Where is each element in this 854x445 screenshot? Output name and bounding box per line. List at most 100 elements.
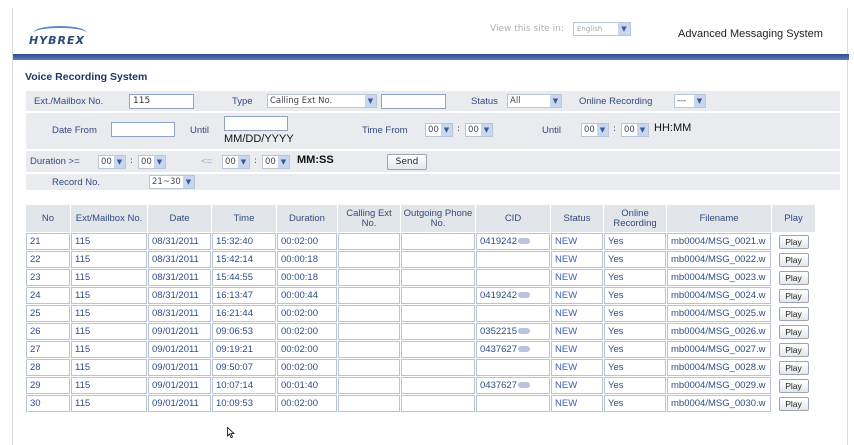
- date-from-input[interactable]: [111, 122, 175, 137]
- send-button[interactable]: Send: [387, 154, 427, 170]
- cell-date-text: 08/31/2011: [152, 272, 199, 283]
- cell-date: 08/31/2011: [148, 287, 211, 304]
- type-select[interactable]: Calling Ext No. ▼: [267, 94, 377, 108]
- duration-le-minute-select[interactable]: 00 ▼: [222, 155, 250, 169]
- cell-ext-text: 115: [75, 326, 91, 337]
- table-row[interactable]: 29 115 09/01/2011 10:07:14 00:01:40 0437627 NE…: [26, 377, 815, 394]
- cell-date-text: 09/01/2011: [152, 326, 199, 337]
- cell-ext: 115: [71, 305, 147, 322]
- hybrex-logo[interactable]: HYBREX: [27, 26, 97, 48]
- cell-cid: 0352215: [476, 323, 550, 340]
- date-until-input[interactable]: [224, 116, 288, 131]
- cell-ext: 115: [71, 323, 147, 340]
- cell-no-text: 29: [30, 380, 41, 391]
- date-from-label: Date From: [52, 125, 97, 136]
- cell-date: 08/31/2011: [148, 269, 211, 286]
- cell-filename: mb0004/MSG_0023.w: [667, 269, 771, 286]
- play-button[interactable]: Play: [778, 342, 809, 357]
- cell-time-text: 15:32:40: [216, 236, 253, 247]
- cell-cid: 0437627: [476, 341, 550, 358]
- play-button[interactable]: Play: [778, 288, 809, 303]
- header-cid: CID: [476, 205, 550, 232]
- header-time: Time: [212, 205, 276, 232]
- duration-ge-minute-select[interactable]: 00 ▼: [98, 155, 126, 169]
- play-button[interactable]: Play: [778, 252, 809, 267]
- header-online-recording: Online Recording: [604, 205, 666, 232]
- duration-le-second-select[interactable]: 00 ▼: [262, 155, 290, 169]
- cell-no-text: 28: [30, 362, 41, 373]
- cell-cid: 0437627: [476, 377, 550, 394]
- time-until-hour-value: 00: [584, 125, 595, 135]
- status-select[interactable]: All ▼: [507, 94, 562, 108]
- cell-play: Play: [772, 359, 815, 376]
- table-row[interactable]: 27 115 09/01/2011 09:19:21 00:02:00 0437627 NE…: [26, 341, 815, 358]
- cell-status: NEW: [551, 305, 603, 322]
- header-play: Play: [772, 205, 815, 232]
- language-select[interactable]: English ▼: [573, 22, 631, 36]
- play-button[interactable]: Play: [778, 270, 809, 285]
- cell-date: 09/01/2011: [148, 323, 211, 340]
- cell-no: 23: [26, 269, 70, 286]
- table-row[interactable]: 23 115 08/31/2011 15:44:55 00:00:18 NEW Yes mb0…: [26, 269, 815, 286]
- date-until-label: Until: [190, 125, 210, 136]
- cell-online-text: Yes: [608, 362, 624, 373]
- cell-outgoing: [401, 359, 475, 376]
- cell-time-text: 09:19:21: [216, 344, 253, 355]
- ext-input[interactable]: 115: [129, 94, 194, 109]
- duration-separator: :: [254, 156, 258, 166]
- redacted-digits: [517, 382, 530, 389]
- cell-play: Play: [772, 269, 815, 286]
- cell-date-text: 09/01/2011: [152, 398, 199, 409]
- recordings-table: No Ext/Mailbox No. Date Time Duration Calling…: [25, 204, 816, 413]
- table-body: 21 115 08/31/2011 15:32:40 00:02:00 0419242 NE…: [26, 233, 815, 412]
- cell-online-text: Yes: [608, 236, 624, 247]
- table-row[interactable]: 21 115 08/31/2011 15:32:40 00:02:00 0419242 NE…: [26, 233, 815, 250]
- time-from-hour-value: 00: [428, 125, 439, 135]
- online-recording-select[interactable]: --- ▼: [674, 94, 706, 108]
- cell-filename-text: mb0004/MSG_0029.w: [671, 380, 766, 391]
- type-text-input[interactable]: [381, 94, 446, 109]
- table-row[interactable]: 24 115 08/31/2011 16:13:47 00:00:44 0419242 NE…: [26, 287, 815, 304]
- play-button[interactable]: Play: [778, 306, 809, 321]
- cell-status-text: NEW: [555, 362, 578, 373]
- table-row[interactable]: 28 115 09/01/2011 09:50:07 00:02:00 NEW Yes mb0…: [26, 359, 815, 376]
- cell-duration-text: 00:01:40: [281, 380, 318, 391]
- play-button[interactable]: Play: [778, 324, 809, 339]
- cell-date: 09/01/2011: [148, 341, 211, 358]
- cell-online: Yes: [604, 377, 666, 394]
- time-until-minute-select[interactable]: 00 ▼: [621, 123, 649, 137]
- cell-date-text: 08/31/2011: [152, 254, 199, 265]
- cell-time-text: 10:09:53: [216, 398, 253, 409]
- table-row[interactable]: 25 115 08/31/2011 16:21:44 00:02:00 NEW Yes mb0…: [26, 305, 815, 322]
- time-until-label: Until: [542, 125, 562, 136]
- time-until-hour-select[interactable]: 00 ▼: [581, 123, 609, 137]
- table-row[interactable]: 26 115 09/01/2011 09:06:53 00:02:00 0352215 NE…: [26, 323, 815, 340]
- cell-date: 09/01/2011: [148, 377, 211, 394]
- time-from-minute-select[interactable]: 00 ▼: [465, 123, 493, 137]
- chevron-down-icon: ▼: [637, 124, 648, 136]
- cell-no: 28: [26, 359, 70, 376]
- cell-no-text: 26: [30, 326, 41, 337]
- status-value: All: [510, 96, 521, 106]
- play-button[interactable]: Play: [778, 378, 809, 393]
- table-row[interactable]: 30 115 09/01/2011 10:09:53 00:02:00 NEW Yes mb0…: [26, 395, 815, 412]
- redacted-digits: [517, 328, 530, 335]
- duration-ge-second-select[interactable]: 00 ▼: [138, 155, 166, 169]
- play-button[interactable]: Play: [778, 234, 809, 249]
- table-row[interactable]: 22 115 08/31/2011 15:42:14 00:00:18 NEW Yes mb0…: [26, 251, 815, 268]
- cell-date: 09/01/2011: [148, 359, 211, 376]
- chevron-down-icon: ▼: [114, 156, 125, 168]
- redacted-digits: [517, 292, 530, 299]
- time-from-hour-select[interactable]: 00 ▼: [425, 123, 453, 137]
- cell-duration-text: 00:02:00: [281, 236, 318, 247]
- app-frame: HYBREX View this site in: English ▼ Adva…: [12, 8, 849, 445]
- cell-play: Play: [772, 251, 815, 268]
- cell-calling: [338, 395, 400, 412]
- record-no-select[interactable]: 21~30 ▼: [149, 175, 195, 189]
- cell-duration: 00:00:44: [277, 287, 337, 304]
- play-button[interactable]: Play: [778, 396, 809, 411]
- play-button[interactable]: Play: [778, 360, 809, 375]
- chevron-down-icon: ▼: [618, 23, 630, 35]
- cell-duration: 00:02:00: [277, 359, 337, 376]
- cell-no: 27: [26, 341, 70, 358]
